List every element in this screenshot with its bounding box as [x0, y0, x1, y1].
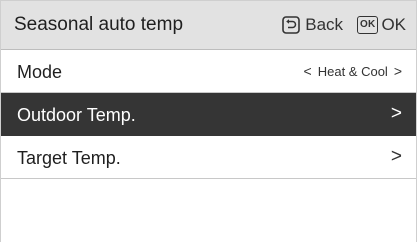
chevron-right-icon: >	[390, 103, 402, 124]
list-item-target-temp[interactable]: Target Temp. >	[1, 136, 416, 179]
row-chevron: >	[391, 136, 402, 178]
ok-box-icon: OK	[357, 16, 379, 34]
chevron-right-icon[interactable]: >	[394, 63, 402, 79]
ok-button[interactable]: OK OK	[357, 15, 406, 35]
back-arrow-box-icon	[282, 16, 301, 34]
row-chevron: >	[391, 93, 402, 135]
settings-list: Mode < Heat & Cool > Outdoor Temp. > Tar…	[1, 50, 416, 179]
page-title: Seasonal auto temp	[14, 14, 184, 35]
header-actions: Back OK OK	[282, 14, 406, 36]
mode-selector[interactable]: < Heat & Cool >	[304, 50, 402, 92]
settings-screen: Seasonal auto temp Back OK OK Mode < Hea…	[0, 0, 417, 242]
mode-value: Heat & Cool	[317, 63, 388, 79]
back-label: Back	[305, 15, 344, 34]
list-item-mode[interactable]: Mode < Heat & Cool >	[1, 50, 416, 93]
list-item-outdoor-temp[interactable]: Outdoor Temp. >	[1, 93, 416, 136]
chevron-left-icon[interactable]: <	[304, 63, 312, 79]
row-label: Outdoor Temp.	[17, 105, 136, 125]
back-button[interactable]: Back	[282, 15, 343, 35]
header-bar: Seasonal auto temp Back OK OK	[1, 0, 416, 50]
chevron-right-icon: >	[390, 146, 402, 167]
ok-label: OK	[381, 15, 406, 34]
row-label: Target Temp.	[17, 148, 121, 168]
row-label: Mode	[17, 62, 63, 82]
